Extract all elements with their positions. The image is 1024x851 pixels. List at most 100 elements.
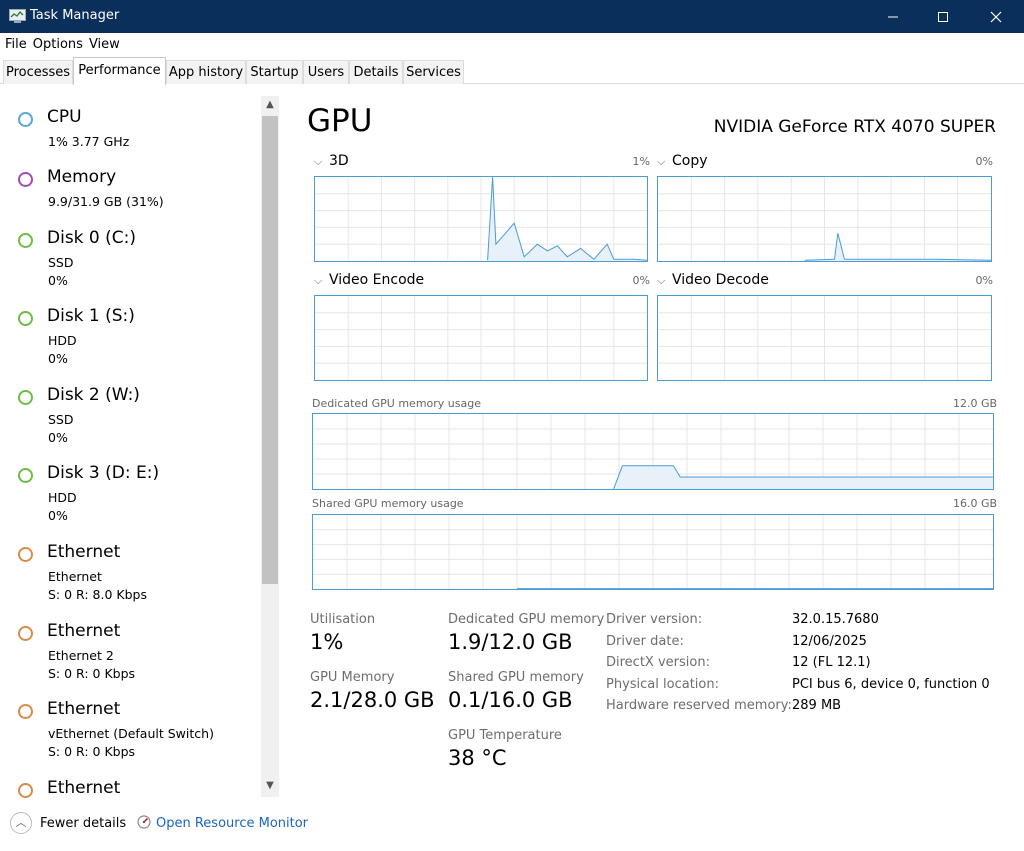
engine-label: 3D: [329, 153, 349, 169]
engine-percent: 0%: [975, 155, 993, 168]
engine-selector-video-decode[interactable]: ⌵ Video Decode: [657, 272, 769, 288]
engine-selector-3d[interactable]: ⌵ 3D: [314, 153, 349, 169]
graph-area: [487, 177, 647, 261]
info-value: 12 (FL 12.1): [792, 655, 871, 670]
info-key: Hardware reserved memory:: [606, 698, 792, 713]
resource-ethernet-4[interactable]: Ethernet: [0, 775, 258, 799]
scroll-thumb[interactable]: [262, 116, 278, 584]
resource-ethernet-2[interactable]: Ethernet Ethernet 2 S: 0 R: 0 Kbps: [0, 618, 258, 696]
menu-options[interactable]: Options: [33, 33, 83, 55]
resource-ethernet-1[interactable]: Ethernet Ethernet S: 0 R: 8.0 Kbps: [0, 539, 258, 617]
close-button[interactable]: [973, 0, 1019, 33]
resource-detail: HDD: [48, 333, 77, 348]
page-title: GPU: [307, 103, 373, 139]
minimize-icon: [888, 16, 898, 17]
close-icon: [990, 11, 1002, 22]
resource-disk-3[interactable]: Disk 3 (D: E:) HDD 0%: [0, 460, 258, 538]
engine-selector-copy[interactable]: ⌵ Copy: [657, 153, 708, 169]
resource-usage: S: 0 R: 0 Kbps: [48, 744, 136, 759]
graph-line: [804, 233, 991, 261]
resource-usage: 0%: [48, 430, 68, 445]
resource-detail: Ethernet 2: [48, 648, 114, 663]
resource-list-scrollbar[interactable]: ▲ ▼: [261, 96, 279, 797]
dedicated-memory-stat-value: 1.9/12.0 GB: [448, 630, 573, 654]
info-key: Driver date:: [606, 634, 684, 649]
scroll-up-arrow-icon[interactable]: ▲: [261, 96, 279, 114]
chevron-down-icon: ⌵: [314, 155, 323, 168]
graph-canvas: [315, 177, 647, 261]
resource-detail: vEthernet (Default Switch): [48, 726, 214, 741]
engine-graph-3d: [314, 176, 648, 262]
resource-disk-2[interactable]: Disk 2 (W:) SSD 0%: [0, 382, 258, 460]
chevron-up-icon[interactable]: ︿: [10, 812, 32, 834]
resource-detail: 9.9/31.9 GB (31%): [48, 194, 164, 209]
fewer-details-button[interactable]: Fewer details: [40, 816, 126, 831]
tab-performance[interactable]: Performance: [73, 57, 166, 85]
open-resource-monitor-link[interactable]: Open Resource Monitor: [156, 816, 308, 831]
resource-name: Disk 3 (D: E:): [47, 463, 160, 483]
graph-canvas: [313, 414, 993, 489]
cpu-indicator-icon: [18, 112, 33, 127]
maximize-button[interactable]: [920, 0, 966, 33]
title-bar: Task Manager: [0, 0, 1024, 33]
ethernet-indicator-icon: [18, 704, 33, 719]
resource-ethernet-3[interactable]: Ethernet vEthernet (Default Switch) S: 0…: [0, 696, 258, 774]
tab-strip: Processes Performance App history Startu…: [0, 55, 1024, 85]
engine-graph-copy: [657, 176, 992, 262]
engine-graph-video-decode: [657, 295, 992, 381]
resource-name: Memory: [47, 167, 117, 187]
info-key: Driver version:: [606, 612, 703, 627]
resource-cpu[interactable]: CPU 1% 3.77 GHz: [0, 104, 258, 164]
resource-name: Ethernet: [47, 542, 121, 562]
resource-list: CPU 1% 3.77 GHz Memory 9.9/31.9 GB (31%)…: [0, 84, 281, 799]
menu-view[interactable]: View: [89, 33, 120, 55]
ethernet-indicator-icon: [18, 783, 33, 798]
menu-bar: File Options View: [0, 33, 1024, 55]
engine-selector-video-encode[interactable]: ⌵ Video Encode: [314, 272, 424, 288]
ethernet-indicator-icon: [18, 626, 33, 641]
info-value: 289 MB: [792, 698, 842, 713]
shared-memory-stat-value: 0.1/16.0 GB: [448, 688, 573, 712]
minimize-button[interactable]: [870, 0, 916, 33]
graph-canvas: [315, 296, 647, 380]
disk-indicator-icon: [18, 311, 33, 326]
gpu-memory-label: GPU Memory: [310, 670, 395, 685]
maximize-icon: [938, 11, 948, 22]
tab-services[interactable]: Services: [403, 60, 464, 84]
info-value: 12/06/2025: [792, 634, 867, 649]
tab-users[interactable]: Users: [303, 60, 349, 84]
chevron-down-icon: ⌵: [657, 155, 666, 168]
graph-area: [804, 233, 991, 261]
dedicated-memory-graph: [312, 413, 994, 490]
tab-app-history[interactable]: App history: [166, 60, 246, 84]
engine-label: Video Encode: [329, 272, 425, 288]
resource-usage: 0%: [48, 273, 68, 288]
resource-usage: S: 0 R: 0 Kbps: [48, 666, 136, 681]
info-value: 32.0.15.7680: [792, 612, 879, 627]
window-title: Task Manager: [30, 8, 120, 23]
engine-label: Video Decode: [672, 272, 769, 288]
resource-monitor-icon: [137, 815, 151, 829]
resource-detail: 1% 3.77 GHz: [48, 134, 130, 149]
resource-name: Disk 0 (C:): [47, 228, 137, 248]
tab-processes[interactable]: Processes: [3, 60, 73, 84]
shared-memory-max: 16.0 GB: [953, 497, 998, 510]
resource-disk-1[interactable]: Disk 1 (S:) HDD 0%: [0, 303, 258, 381]
resource-name: Ethernet: [47, 778, 121, 798]
resource-detail: HDD: [48, 490, 77, 505]
graph-canvas: [658, 177, 991, 261]
chevron-down-icon: ⌵: [314, 274, 323, 287]
resource-name: Ethernet: [47, 621, 121, 641]
menu-file[interactable]: File: [5, 33, 27, 55]
resource-detail: SSD: [48, 255, 74, 270]
graph-canvas: [313, 515, 993, 589]
tab-startup[interactable]: Startup: [246, 60, 303, 84]
scroll-down-arrow-icon[interactable]: ▼: [261, 777, 279, 795]
shared-memory-label: Shared GPU memory usage: [312, 497, 464, 510]
chevron-down-icon: ⌵: [657, 274, 666, 287]
memory-indicator-icon: [18, 172, 33, 187]
resource-memory[interactable]: Memory 9.9/31.9 GB (31%): [0, 164, 258, 224]
info-key: DirectX version:: [606, 655, 710, 670]
tab-details[interactable]: Details: [349, 60, 403, 84]
resource-disk-0[interactable]: Disk 0 (C:) SSD 0%: [0, 225, 258, 303]
